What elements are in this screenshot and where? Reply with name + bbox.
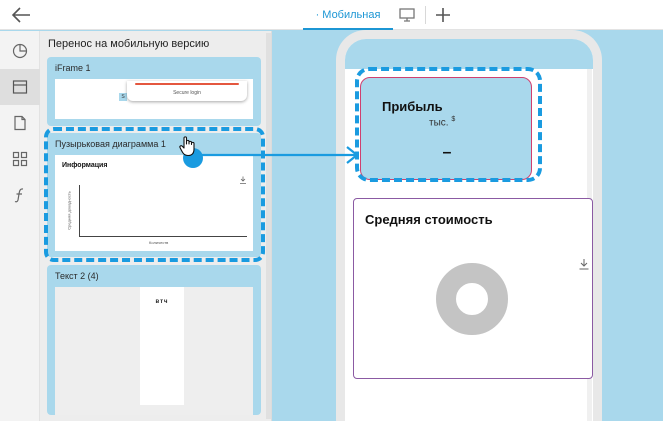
download-icon[interactable]: [578, 258, 590, 270]
panel-title: Перенос на мобильную версию: [48, 38, 210, 50]
left-rail: [0, 31, 40, 421]
rail-item-pages[interactable]: [0, 105, 40, 141]
grid-icon: [12, 151, 28, 167]
average-cost-title: Средняя стоимость: [365, 212, 493, 227]
iframe-login-preview: Secure login: [127, 81, 247, 101]
card-title: iFrame 1: [55, 63, 91, 73]
panel-scrollbar[interactable]: [266, 33, 271, 419]
iframe-red-line: [135, 83, 239, 85]
phone-header: [345, 39, 593, 69]
card-title: Текст 2 (4): [55, 271, 99, 281]
widget-card-iframe[interactable]: iFrame 1 S Secure login: [47, 57, 261, 126]
secure-login-text: Secure login: [173, 90, 201, 96]
rail-item-charts[interactable]: [0, 33, 40, 69]
monitor-icon[interactable]: [398, 7, 416, 23]
hand-cursor-icon: [179, 136, 195, 157]
text-preview-column: втч: [140, 287, 184, 405]
text-preview-word: втч: [155, 299, 169, 305]
card-preview: втч: [55, 287, 253, 415]
rail-item-layout[interactable]: [0, 69, 40, 105]
drag-arrow-icon: [195, 146, 359, 164]
iframe-tag: S: [119, 93, 127, 101]
widget-average-cost[interactable]: Средняя стоимость: [353, 198, 593, 379]
pie-chart-icon: [12, 43, 28, 59]
rail-item-components[interactable]: [0, 141, 40, 177]
function-icon: [14, 188, 24, 203]
arrow-left-icon[interactable]: [10, 5, 32, 25]
rail-item-functions[interactable]: [0, 177, 40, 213]
plus-icon[interactable]: [433, 5, 453, 25]
layout-icon: [12, 80, 28, 94]
selection-outline-target: [355, 67, 542, 182]
top-bar: · Мобильная: [0, 0, 663, 30]
donut-chart: [436, 263, 508, 335]
card-preview: S Secure login: [55, 79, 253, 119]
tab-mobile[interactable]: · Мобильная: [303, 0, 393, 30]
widget-card-text[interactable]: Текст 2 (4) втч: [47, 265, 261, 415]
divider: [425, 6, 426, 24]
document-icon: [14, 115, 26, 131]
